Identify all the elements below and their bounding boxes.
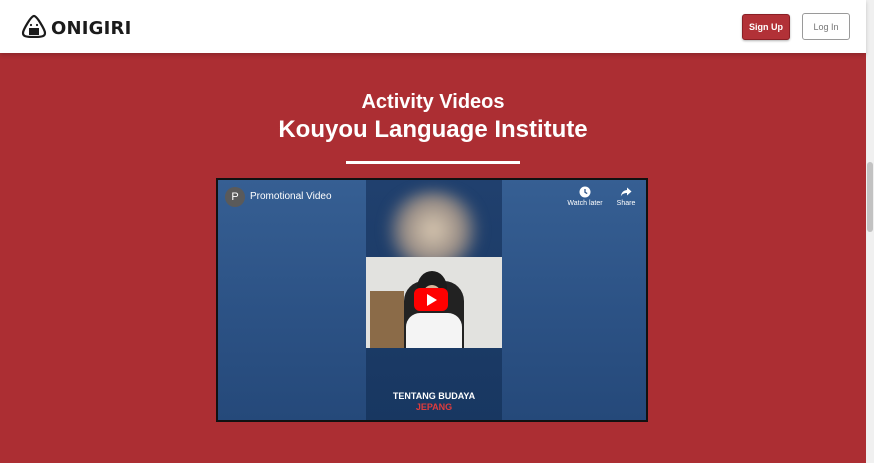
- watch-later-button[interactable]: Watch later: [563, 186, 607, 207]
- channel-avatar[interactable]: P: [225, 187, 245, 207]
- video-left-blur: [218, 180, 366, 420]
- page-scrollbar[interactable]: [866, 0, 874, 463]
- thumbnail-body: [406, 313, 462, 348]
- section-subtitle: Activity Videos: [361, 91, 505, 113]
- video-caption-line2: JEPANG: [415, 402, 453, 412]
- sign-up-button[interactable]: Sign Up: [742, 14, 790, 40]
- title-divider: [346, 161, 520, 164]
- brand-name: ONIGIRI: [51, 18, 132, 39]
- share-label: Share: [616, 200, 636, 207]
- top-navbar: ONIGIRI Sign Up Log In: [0, 0, 866, 53]
- onigiri-icon: [21, 14, 47, 43]
- video-player[interactable]: P Promotional Video Watch later Share TE…: [216, 178, 648, 422]
- clock-icon: [579, 186, 591, 198]
- share-button[interactable]: Share: [604, 186, 646, 207]
- page-title: Kouyou Language Institute: [278, 116, 588, 143]
- log-in-button[interactable]: Log In: [802, 13, 850, 40]
- scrollbar-thumb[interactable]: [867, 162, 873, 232]
- play-icon: [427, 293, 437, 306]
- video-right-blur: [502, 180, 646, 420]
- play-button[interactable]: [414, 288, 448, 311]
- video-title[interactable]: Promotional Video: [250, 191, 332, 202]
- watch-later-label: Watch later: [567, 200, 603, 207]
- thumbnail-door: [370, 291, 404, 348]
- video-caption-line1: TENTANG BUDAYA: [392, 391, 476, 401]
- share-icon: [620, 187, 632, 197]
- brand-logo[interactable]: ONIGIRI: [21, 14, 132, 43]
